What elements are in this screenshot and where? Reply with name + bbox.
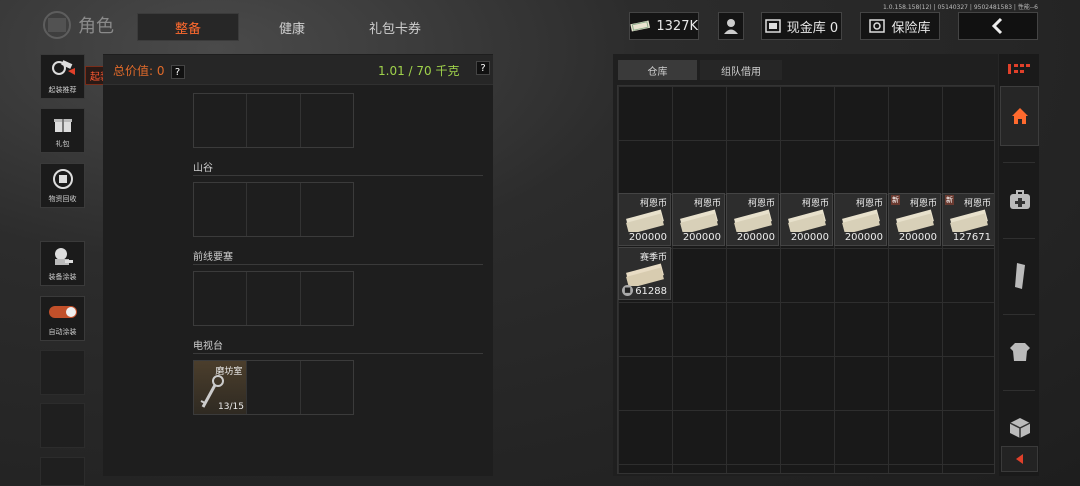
category-medical[interactable] xyxy=(1000,170,1039,230)
category-ammo[interactable] xyxy=(1000,246,1039,306)
lock-icon: ■ xyxy=(622,285,633,296)
divider xyxy=(193,175,483,176)
sort-icon xyxy=(1008,64,1030,74)
storage-item[interactable]: 新 柯恩币 127671 xyxy=(942,193,994,246)
gift-icon xyxy=(53,119,72,132)
cash-icon xyxy=(630,20,651,32)
help-icon[interactable]: ? xyxy=(170,64,185,79)
storage-item[interactable]: ■ 赛季币 61288 xyxy=(618,247,671,300)
cash-amount: 1327K xyxy=(656,18,698,34)
key-slot-grid[interactable] xyxy=(193,182,354,237)
storage-item[interactable]: 柯恩币 200000 xyxy=(618,193,671,246)
banknote-icon xyxy=(788,209,826,232)
total-value-label: 总价值: 0? xyxy=(113,62,185,79)
category-armor[interactable] xyxy=(1000,322,1039,382)
tab-health[interactable]: 健康 xyxy=(252,13,332,41)
nav-label: 起装推荐 xyxy=(48,86,77,94)
tab-equipment[interactable]: 整备 xyxy=(137,13,239,41)
key-slot-grid[interactable] xyxy=(193,93,354,148)
magazine-icon xyxy=(1014,263,1025,289)
new-badge: 新 xyxy=(945,195,954,205)
auto-paint-toggle[interactable]: 自动涂装 xyxy=(40,296,85,341)
safe-button[interactable]: 保险库 xyxy=(860,12,940,40)
section-title: 电视台 xyxy=(193,341,223,352)
merchant-icon xyxy=(724,19,738,34)
key-slot-grid[interactable]: 磨坊室 13/15 xyxy=(193,360,354,415)
nav-label: 自动涂装 xyxy=(48,328,77,336)
divider xyxy=(1003,314,1035,315)
nav-label: 礼包 xyxy=(55,140,70,148)
tab-team-borrow[interactable]: 组队借用 xyxy=(700,60,782,80)
empty-nav-slot xyxy=(40,457,85,486)
caret-left-icon xyxy=(1015,454,1023,464)
storage-item[interactable]: 柯恩币 200000 xyxy=(834,193,887,246)
build-info: 1.0.158.158(12) | 05140327 | 9502481583 … xyxy=(883,4,1038,11)
loadout-recommend-button[interactable]: 起装推荐 xyxy=(40,54,85,99)
divider xyxy=(193,353,483,354)
recycle-button[interactable]: 物资回收 xyxy=(40,163,85,208)
divider xyxy=(1003,390,1035,391)
gift-button[interactable]: 礼包 xyxy=(40,108,85,153)
sort-button[interactable] xyxy=(1005,58,1033,82)
storage-item[interactable]: 柯恩币 200000 xyxy=(780,193,833,246)
loadout-icon xyxy=(51,60,75,75)
cash-display[interactable]: 1327K xyxy=(629,12,699,40)
banknote-icon xyxy=(680,209,718,232)
nav-label: 装备涂装 xyxy=(48,273,77,281)
page-title: 角色 xyxy=(78,16,114,37)
empty-nav-slot xyxy=(40,350,85,395)
divider xyxy=(1003,162,1035,163)
key-slot-grid[interactable] xyxy=(193,271,354,326)
new-badge: 新 xyxy=(891,195,900,205)
banknote-icon xyxy=(626,209,664,232)
key-durability: 13/15 xyxy=(218,402,244,412)
storage-item[interactable]: 柯恩币 200000 xyxy=(672,193,725,246)
cash-store-button[interactable]: 现金库 0 xyxy=(761,12,842,40)
safe-label: 保险库 xyxy=(891,20,931,36)
weight-label: 1.01 / 70 千克 xyxy=(378,64,460,78)
category-home[interactable] xyxy=(1000,86,1039,146)
back-button[interactable] xyxy=(958,12,1038,40)
safe-icon xyxy=(869,19,886,33)
banknote-icon xyxy=(842,209,880,232)
banknote-icon xyxy=(896,209,934,232)
storage-item[interactable]: 新 柯恩币 200000 xyxy=(888,193,941,246)
armor-icon xyxy=(1009,343,1030,361)
season-coin-icon xyxy=(626,263,664,286)
divider xyxy=(1003,238,1035,239)
medkit-icon xyxy=(1009,190,1030,209)
key-item[interactable]: 磨坊室 13/15 xyxy=(194,361,248,414)
divider xyxy=(193,264,483,265)
section-title: 山谷 xyxy=(193,163,213,174)
toggle-icon[interactable] xyxy=(48,306,77,318)
cash-store-label: 现金库 0 xyxy=(786,20,839,36)
banknote-icon xyxy=(734,209,772,232)
paint-icon xyxy=(54,248,73,265)
collapse-button[interactable] xyxy=(1001,446,1038,472)
storage-grid[interactable]: 柯恩币 200000 柯恩币 200000 柯恩币 200000 柯恩币 200000 … xyxy=(617,85,995,474)
tab-gift-coupons[interactable]: 礼包卡券 xyxy=(350,13,440,41)
cash-store-icon xyxy=(765,19,781,33)
nav-label: 物资回收 xyxy=(48,195,77,203)
crate-icon xyxy=(1009,418,1030,438)
recycle-icon xyxy=(52,169,73,189)
merchant-button[interactable] xyxy=(718,12,744,40)
home-icon xyxy=(1011,108,1028,124)
section-title: 前线要塞 xyxy=(193,252,233,263)
equipment-paint-button[interactable]: 装备涂装 xyxy=(40,241,85,286)
tab-warehouse[interactable]: 仓库 xyxy=(618,60,697,80)
empty-nav-slot xyxy=(40,403,85,448)
role-logo-icon xyxy=(43,11,71,39)
storage-item[interactable]: 柯恩币 200000 xyxy=(726,193,779,246)
banknote-icon xyxy=(950,209,988,232)
chevron-left-icon xyxy=(991,17,1003,35)
key-name: 磨坊室 xyxy=(215,367,243,377)
weight-help-icon[interactable]: ? xyxy=(476,61,490,75)
